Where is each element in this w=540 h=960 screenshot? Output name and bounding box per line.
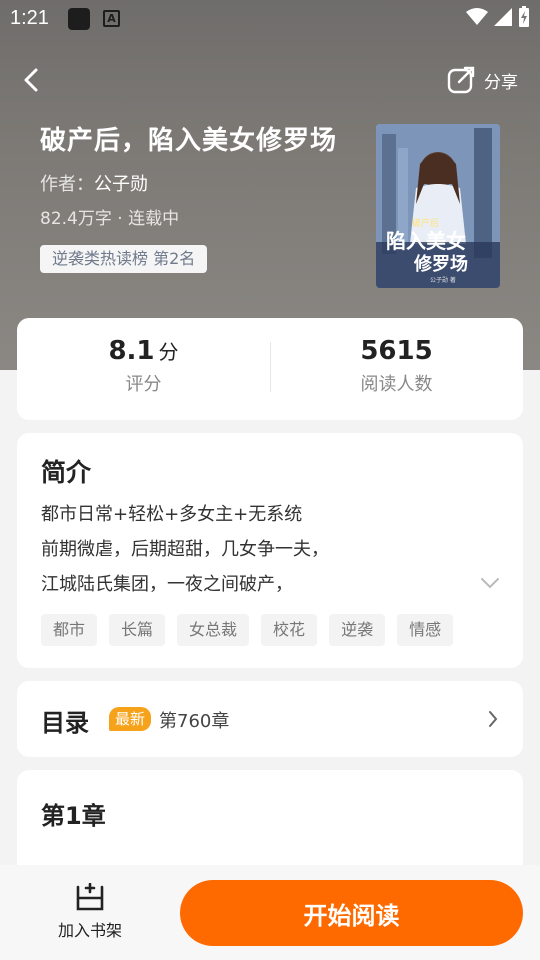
chevron-right-icon [487,709,499,733]
expand-button[interactable] [479,575,501,594]
tag[interactable]: 女总裁 [177,614,250,646]
start-reading-button[interactable]: 开始阅读 [180,880,523,946]
score-stat: 8.1 分 评分 [17,318,270,420]
share-label: 分享 [484,72,518,93]
latest-badge: 最新 [109,707,152,731]
book-title: 破产后，陷入美女修罗场 [40,126,338,156]
cover-text-sub: 修罗场 [413,253,468,275]
tag[interactable]: 校花 [261,614,318,646]
readers-label: 阅读人数 [360,374,433,395]
tag[interactable]: 都市 [41,614,98,646]
intro-line: 江城陆氏集团，一夜之间破产， [41,574,293,595]
intro-line: 都市日常+轻松+多女主+无系统 [41,504,303,525]
readers-stat: 5615 阅读人数 [270,318,523,420]
shelf-label: 加入书架 [57,921,122,940]
add-to-shelf-button[interactable]: 加入书架 [50,882,130,941]
book-meta: 82.4万字 · 连载中 [40,209,180,229]
book-author: 作者：公子勋 [40,170,148,196]
notification-icon [68,8,90,30]
toc-row[interactable]: 目录 最新 第760章 [17,681,523,757]
stats-card: 8.1 分 评分 5615 阅读人数 [17,318,523,420]
tag-list: 都市 长篇 女总裁 校花 逆袭 情感 [41,614,454,646]
battery-icon [519,6,529,27]
tag[interactable]: 长篇 [109,614,166,646]
wifi-icon [466,8,488,25]
score-value-row: 8.1 分 [17,336,270,366]
latest-chapter: 第760章 [159,711,230,732]
author-label: 作者： [40,174,94,195]
intro-line: 前期微虐，后期超甜，几女争一夫， [41,539,329,560]
intro-heading: 简介 [41,458,92,487]
chevron-left-icon [24,68,38,92]
share-button[interactable]: 分享 [446,62,518,98]
author-name[interactable]: 公子勋 [94,174,148,195]
score-value: 8.1 [108,336,155,366]
book-cover[interactable]: 破产后 陷入美女 修罗场 公子勋 著 [376,124,500,288]
status-bar: 1:21 A [0,0,540,36]
cover-author: 公子勋 著 [430,276,456,284]
chapter-heading: 第1章 [41,802,106,830]
cover-illustration: 破产后 陷入美女 修罗场 公子勋 著 [376,124,500,288]
app-notification-icon: A [103,10,120,27]
toc-heading: 目录 [41,709,89,737]
book-hero: 1:21 A 分享 破产后，陷入美女修罗场 作者：公子勋 82.4万字 · 连载… [0,0,540,370]
share-icon [447,66,475,94]
readers-value: 5615 [360,336,433,366]
tag[interactable]: 逆袭 [329,614,386,646]
cover-text-top: 破产后 [412,217,439,229]
bookshelf-icon [76,882,104,911]
tag[interactable]: 情感 [397,614,454,646]
score-label: 评分 [125,374,162,395]
signal-icon [494,8,512,26]
cover-text-main: 陷入美女 [386,229,466,253]
intro-card[interactable]: 简介 都市日常+轻松+多女主+无系统 前期微虐，后期超甜，几女争一夫， 江城陆氏… [17,433,523,668]
rank-badge[interactable]: 逆袭类热读榜 第2名 [40,245,208,273]
intro-text: 都市日常+轻松+多女主+无系统 前期微虐，后期超甜，几女争一夫， 江城陆氏集团，… [41,497,329,602]
chevron-down-icon [481,578,499,589]
status-time: 1:21 [10,7,49,29]
bottom-bar: 加入书架 开始阅读 [0,865,540,960]
score-unit: 分 [158,340,179,364]
back-button[interactable] [16,62,52,98]
